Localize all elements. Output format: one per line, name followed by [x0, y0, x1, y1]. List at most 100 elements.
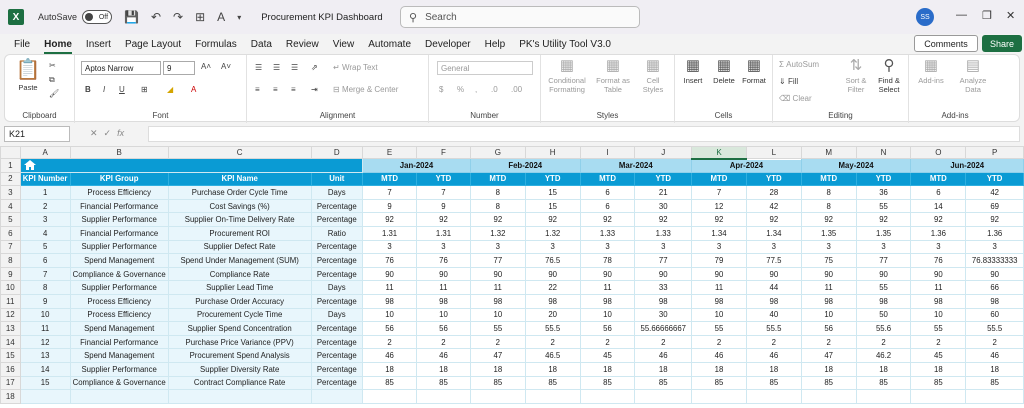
data-cell[interactable]: Purchase Order Cycle Time — [167, 185, 312, 200]
save-icon[interactable]: 💾 — [124, 10, 139, 24]
name-box[interactable]: K21 — [4, 126, 70, 142]
row-header[interactable]: 1 — [0, 158, 21, 173]
data-cell[interactable]: 15 — [524, 198, 581, 214]
data-cell[interactable]: Financial Performance — [69, 198, 169, 214]
data-cell[interactable]: 90 — [691, 266, 747, 282]
currency-icon[interactable]: $ — [439, 85, 443, 94]
row-header[interactable]: 4 — [0, 198, 21, 214]
data-cell[interactable]: 1.32 — [469, 225, 526, 241]
data-cell[interactable]: 46 — [691, 348, 747, 363]
data-cell[interactable]: Process Efficiency — [69, 307, 169, 323]
ytd-header-cell[interactable]: YTD — [524, 171, 581, 187]
empty-cell[interactable] — [19, 389, 71, 404]
data-cell[interactable]: 18 — [745, 361, 802, 377]
data-cell[interactable]: 3 — [19, 212, 71, 227]
data-cell[interactable]: 10 — [362, 307, 418, 323]
underline-icon[interactable]: U — [119, 85, 125, 94]
data-cell[interactable]: Cost Savings (%) — [167, 198, 312, 214]
data-cell[interactable]: 6 — [910, 185, 967, 200]
mtd-header-cell[interactable]: MTD — [469, 171, 526, 187]
data-cell[interactable]: 90 — [910, 266, 967, 282]
data-cell[interactable]: 8 — [469, 185, 526, 200]
data-cell[interactable]: 3 — [855, 239, 912, 255]
align-left-icon[interactable]: ≡ — [255, 85, 260, 94]
tab-page-layout[interactable]: Page Layout — [125, 39, 181, 50]
empty-cell[interactable] — [691, 389, 747, 404]
column-header-j[interactable]: J — [634, 146, 693, 159]
data-cell[interactable]: Purchase Order Accuracy — [167, 293, 312, 309]
data-cell[interactable]: 33 — [634, 280, 693, 295]
data-cell[interactable]: 8 — [19, 280, 71, 295]
data-cell[interactable]: Supplier On-Time Delivery Rate — [167, 212, 312, 227]
data-cell[interactable]: 15 — [524, 185, 581, 200]
data-cell[interactable]: Spend Management — [69, 348, 169, 363]
data-cell[interactable]: 55.5 — [524, 321, 581, 336]
format-painter-icon[interactable]: 🖌 — [49, 89, 59, 98]
row-header[interactable]: 7 — [0, 239, 21, 255]
data-cell[interactable]: 1.35 — [855, 225, 912, 241]
column-header-f[interactable]: F — [416, 146, 471, 159]
data-cell[interactable]: 7 — [691, 185, 747, 200]
data-cell[interactable]: 8 — [800, 185, 857, 200]
data-cell[interactable]: 30 — [634, 307, 693, 323]
data-cell[interactable]: 18 — [469, 361, 526, 377]
data-cell[interactable]: 92 — [469, 212, 526, 227]
data-cell[interactable]: 10 — [19, 307, 71, 323]
data-cell[interactable]: 76 — [910, 253, 967, 268]
data-cell[interactable]: 47 — [469, 348, 526, 363]
comments-button[interactable]: Comments — [914, 35, 978, 52]
data-cell[interactable]: Days — [310, 185, 364, 200]
data-cell[interactable]: Compliance & Governance — [69, 266, 169, 282]
data-cell[interactable]: 55 — [691, 321, 747, 336]
formula-input[interactable] — [148, 126, 1020, 142]
column-title-cell[interactable]: KPI Group — [69, 171, 169, 187]
data-cell[interactable]: 18 — [634, 361, 693, 377]
data-cell[interactable]: 90 — [362, 266, 418, 282]
data-cell[interactable]: 56 — [800, 321, 857, 336]
tab-help[interactable]: Help — [485, 39, 506, 50]
data-cell[interactable]: 2 — [524, 334, 581, 350]
row-header[interactable]: 11 — [0, 293, 21, 309]
data-cell[interactable]: 92 — [745, 212, 802, 227]
data-cell[interactable]: 55.6 — [855, 321, 912, 336]
month-header[interactable]: Feb-2024 — [469, 158, 581, 173]
data-cell[interactable]: Procurement ROI — [167, 225, 312, 241]
data-cell[interactable]: 98 — [579, 293, 636, 309]
tab-home[interactable]: Home — [44, 39, 72, 54]
data-cell[interactable]: Percentage — [310, 375, 364, 391]
percent-icon[interactable]: % — [457, 85, 464, 94]
data-cell[interactable]: 18 — [910, 361, 967, 377]
data-cell[interactable]: 7 — [416, 185, 471, 200]
data-cell[interactable]: 2 — [800, 334, 857, 350]
cell-styles-button[interactable]: ▦ Cell Styles — [635, 57, 671, 94]
data-cell[interactable]: 45 — [579, 348, 636, 363]
data-cell[interactable]: 85 — [579, 375, 636, 391]
data-cell[interactable]: 55.5 — [745, 321, 802, 336]
data-cell[interactable]: 85 — [965, 375, 1024, 391]
tab-file[interactable]: File — [14, 39, 30, 50]
data-cell[interactable]: 85 — [855, 375, 912, 391]
row-header[interactable]: 14 — [0, 334, 21, 350]
share-button[interactable]: Share — [982, 35, 1022, 52]
increase-font-icon[interactable]: A˄ — [201, 62, 211, 71]
data-cell[interactable]: 10 — [469, 307, 526, 323]
borders-icon[interactable]: ⊞ — [195, 10, 205, 24]
data-cell[interactable]: Contract Compliance Rate — [167, 375, 312, 391]
data-cell[interactable]: 90 — [634, 266, 693, 282]
data-cell[interactable]: 12 — [691, 198, 747, 214]
column-header-m[interactable]: M — [800, 146, 857, 159]
font-color-dropdown-icon[interactable]: A — [191, 85, 196, 94]
data-cell[interactable]: 11 — [691, 280, 747, 295]
data-cell[interactable]: 1.34 — [691, 225, 747, 241]
empty-cell[interactable] — [579, 389, 636, 404]
tab-formulas[interactable]: Formulas — [195, 39, 237, 50]
tab-view[interactable]: View — [333, 39, 355, 50]
column-header-l[interactable]: L — [745, 146, 802, 159]
data-cell[interactable]: Percentage — [310, 334, 364, 350]
empty-cell[interactable] — [469, 389, 526, 404]
data-cell[interactable]: 8 — [800, 198, 857, 214]
number-format-select[interactable]: General — [437, 61, 533, 75]
ytd-header-cell[interactable]: YTD — [416, 171, 471, 187]
data-cell[interactable]: 14 — [19, 361, 71, 377]
data-cell[interactable]: 50 — [855, 307, 912, 323]
